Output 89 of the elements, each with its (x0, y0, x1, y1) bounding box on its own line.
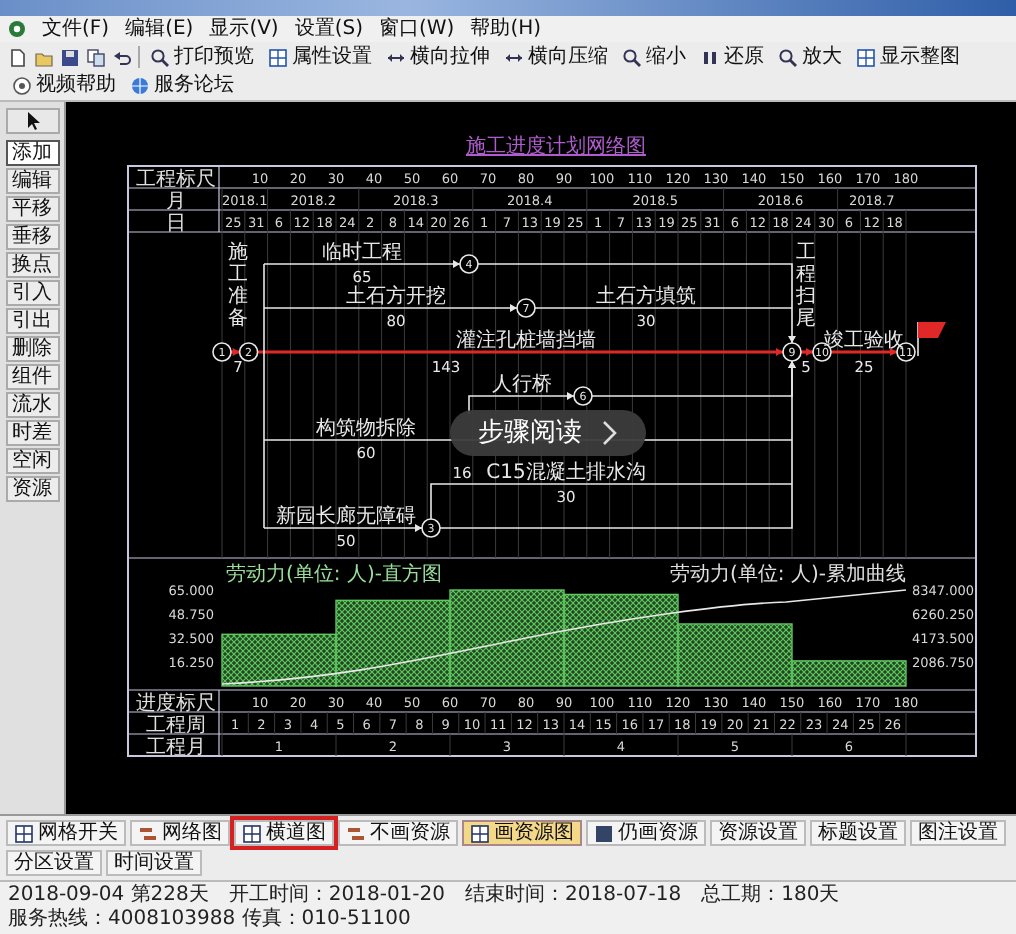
view-tab[interactable]: 画资源图 (462, 820, 582, 846)
status-text: 开工时间：2018-01-20 (228, 884, 446, 907)
status-text: 结束时间：2018-07-18 (465, 884, 682, 908)
toolbar-button[interactable]: 属性设置 (264, 44, 376, 70)
activity-label: 土石方开挖 (346, 286, 446, 308)
grid-icon (268, 47, 288, 67)
toolbar-button[interactable]: 横向拉伸 (382, 44, 494, 70)
tool-button[interactable]: 引出 (5, 308, 59, 334)
status-text: 总工期：180天 (701, 884, 840, 908)
menu-item[interactable]: 窗口(W) (379, 17, 455, 41)
status-text: 2018-09-04 第228天 (8, 884, 209, 907)
toolbar-button[interactable]: 显示整图 (852, 44, 964, 70)
flag-icon (917, 321, 946, 357)
chevron-right-icon (602, 420, 618, 446)
view-tab[interactable]: 不画资源 (338, 820, 458, 846)
menu-item[interactable]: 编辑(E) (125, 17, 194, 41)
view-tab[interactable]: 标题设置 (810, 820, 906, 846)
row-label: 月 (166, 191, 186, 213)
row-label: 工程周 (146, 715, 206, 737)
view-tab[interactable]: 分区设置 (6, 850, 102, 876)
series-title: 劳动力(单位: 人)-直方图 (226, 564, 442, 586)
grid-icon (856, 47, 876, 67)
view-tab[interactable]: 网络图 (130, 820, 230, 846)
status-text: 服务热线：4008103988 传真：010-51100 (8, 908, 411, 932)
tool-button[interactable]: 空闲 (5, 448, 59, 474)
view-tab[interactable]: 网格开关 (6, 820, 126, 846)
tool-button[interactable]: 组件 (5, 364, 59, 390)
undo-icon[interactable] (112, 47, 132, 67)
activity-label: 工程扫尾 (796, 242, 816, 330)
magnifier-icon (622, 47, 642, 67)
row-label: 日 (166, 213, 186, 235)
app-icon (8, 20, 26, 38)
activity-label: 土石方填筑 (596, 286, 696, 308)
activity-label: 施工准备 (228, 242, 248, 330)
tool-button[interactable]: 换点 (5, 252, 59, 278)
row-label: 工程月 (146, 737, 206, 759)
activity-label: 人行桥 (492, 374, 552, 396)
view-tab[interactable]: 时间设置 (106, 850, 202, 876)
new-file-icon[interactable] (8, 47, 28, 67)
tool-button[interactable]: 资源 (5, 476, 59, 502)
toolbar-button[interactable]: 横向压缩 (500, 44, 612, 70)
bars-icon (346, 823, 366, 843)
bars-icon (138, 823, 158, 843)
grid-icon (14, 823, 34, 843)
copy-icon[interactable] (86, 47, 106, 67)
activity-label: 临时工程 (322, 242, 402, 264)
toolbar-button[interactable]: 服务论坛 (126, 72, 238, 98)
tool-button[interactable]: 添加 (5, 140, 59, 166)
chart-title: 施工进度计划网络图 (466, 136, 646, 158)
save-icon[interactable] (60, 47, 80, 67)
tool-button[interactable]: 编辑 (5, 168, 59, 194)
menu-item[interactable]: 设置(S) (294, 17, 363, 41)
menu-item[interactable]: 帮助(H) (470, 17, 542, 41)
toolbar-button[interactable]: 视频帮助 (8, 72, 120, 98)
tool-button[interactable]: 平移 (5, 196, 59, 222)
grid-icon (470, 823, 490, 843)
activity-label: 新园长廊无障碍 (276, 506, 416, 528)
toolbar-button[interactable]: 还原 (696, 44, 768, 70)
grid-icon (242, 823, 262, 843)
cursor-icon (25, 112, 39, 130)
toolbar-button[interactable]: 放大 (774, 44, 846, 70)
row-label: 进度标尺 (136, 693, 216, 715)
view-tab[interactable]: 横道图 (234, 820, 334, 846)
view-tab[interactable]: 图注设置 (910, 820, 1006, 846)
toolbar-button[interactable]: 缩小 (618, 44, 690, 70)
pointer-tool[interactable] (5, 108, 59, 134)
curve-title: 劳动力(单位: 人)-累加曲线 (670, 564, 906, 586)
activity-label: 灌注孔桩墙挡墙 (456, 330, 596, 352)
tool-button[interactable]: 垂移 (5, 224, 59, 250)
toolbar-button[interactable]: 打印预览 (146, 44, 258, 70)
activity-label: C15混凝土排水沟 (486, 462, 646, 484)
bars-icon (700, 47, 720, 67)
globe-icon (130, 75, 150, 95)
row-label: 工程标尺 (136, 169, 216, 191)
menu-item[interactable]: 显示(V) (209, 17, 279, 41)
tool-button[interactable]: 删除 (5, 336, 59, 362)
view-tab[interactable]: 资源设置 (710, 820, 806, 846)
activity-arrow (831, 348, 897, 356)
view-tab[interactable]: 仍画资源 (586, 820, 706, 846)
square-icon (594, 823, 614, 843)
tool-button[interactable]: 流水 (5, 392, 59, 418)
activity-label: 构筑物拆除 (316, 418, 416, 440)
tool-button[interactable]: 时差 (5, 420, 59, 446)
tool-button[interactable]: 引入 (5, 280, 59, 306)
magnifier-icon (150, 47, 170, 67)
magnifier-icon (778, 47, 798, 67)
menu-item[interactable]: 文件(F) (42, 17, 110, 41)
step-reading-button[interactable]: 步骤阅读 (450, 410, 646, 456)
histogram-bar (449, 589, 565, 687)
